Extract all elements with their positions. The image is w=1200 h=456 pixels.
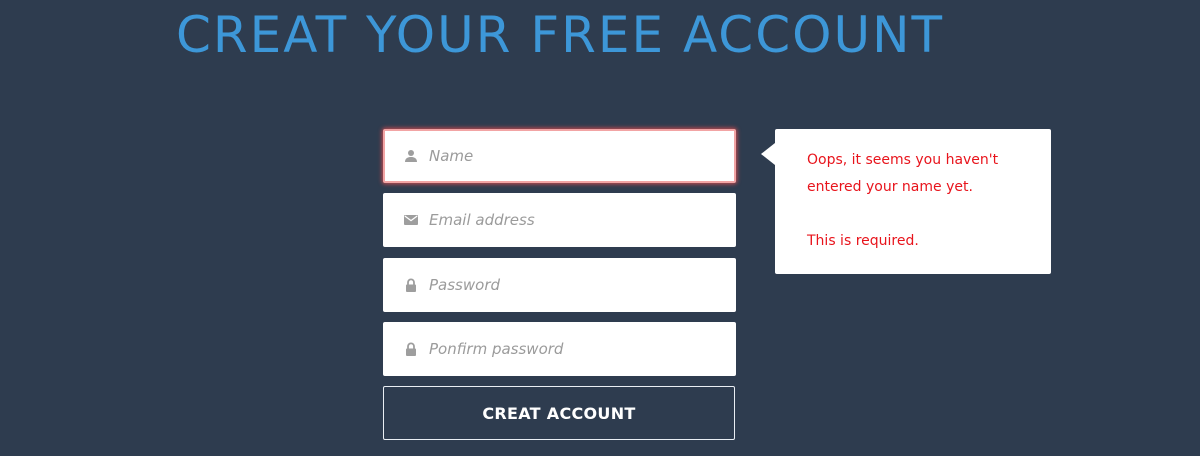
create-account-button[interactable]: CREAT ACCOUNT: [383, 386, 735, 440]
lock-icon: [406, 342, 416, 356]
name-input[interactable]: [429, 131, 719, 181]
validation-required-text: This is required.: [807, 233, 919, 249]
lock-icon: [406, 278, 416, 292]
password-field[interactable]: [383, 258, 736, 312]
email-field[interactable]: [383, 193, 736, 247]
validation-message-line2: entered your name yet.: [807, 179, 973, 195]
validation-message-line1: Oops, it seems you haven't: [807, 152, 999, 168]
page-title: CREAT YOUR FREE ACCOUNT: [176, 6, 945, 64]
email-input[interactable]: [429, 193, 719, 247]
tooltip-arrow: [761, 143, 775, 165]
name-field[interactable]: [383, 129, 736, 183]
confirm-password-field[interactable]: [383, 322, 736, 376]
confirm-password-input[interactable]: [429, 322, 719, 376]
validation-tooltip: Oops, it seems you haven't entered your …: [761, 129, 1051, 274]
password-input[interactable]: [429, 258, 719, 312]
envelope-icon: [404, 215, 418, 225]
user-icon: [405, 150, 417, 162]
